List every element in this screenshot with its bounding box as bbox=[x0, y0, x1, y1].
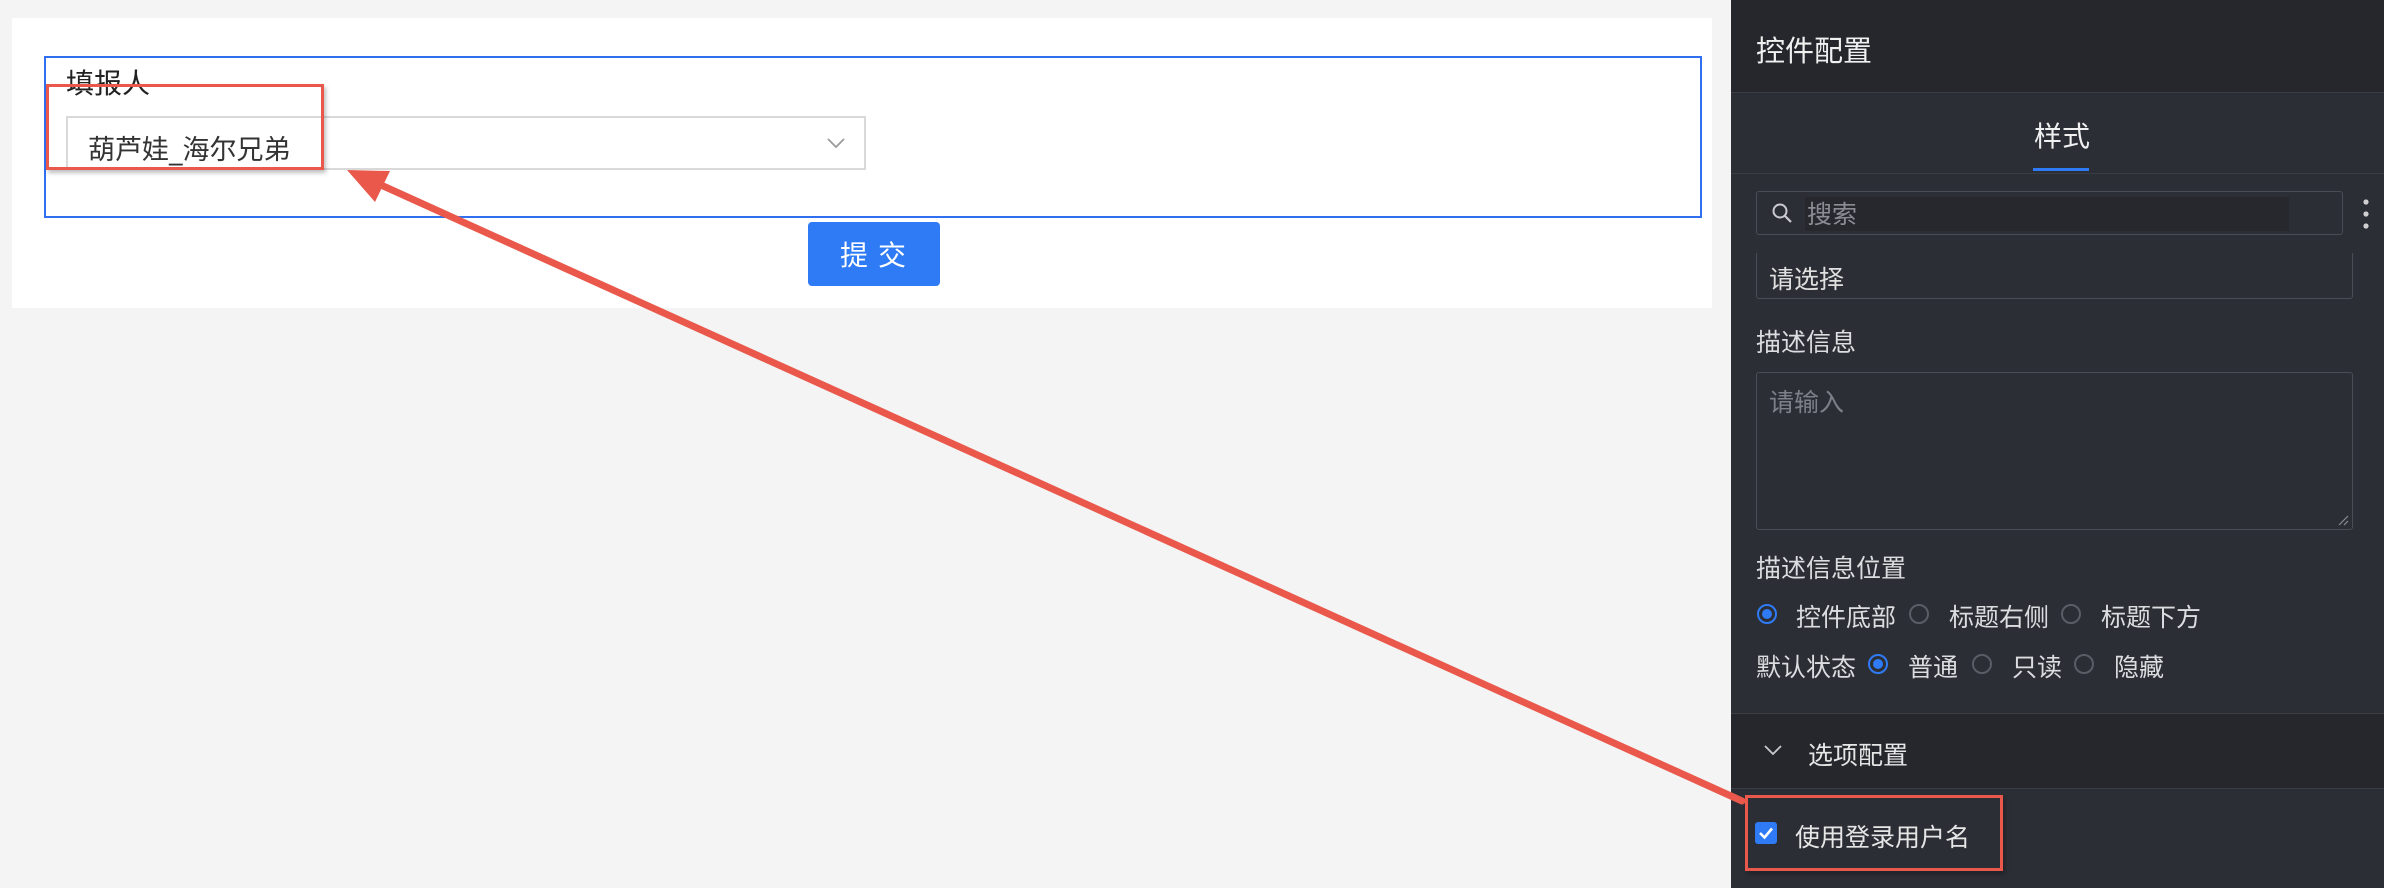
annotation-arrow bbox=[347, 170, 1746, 805]
